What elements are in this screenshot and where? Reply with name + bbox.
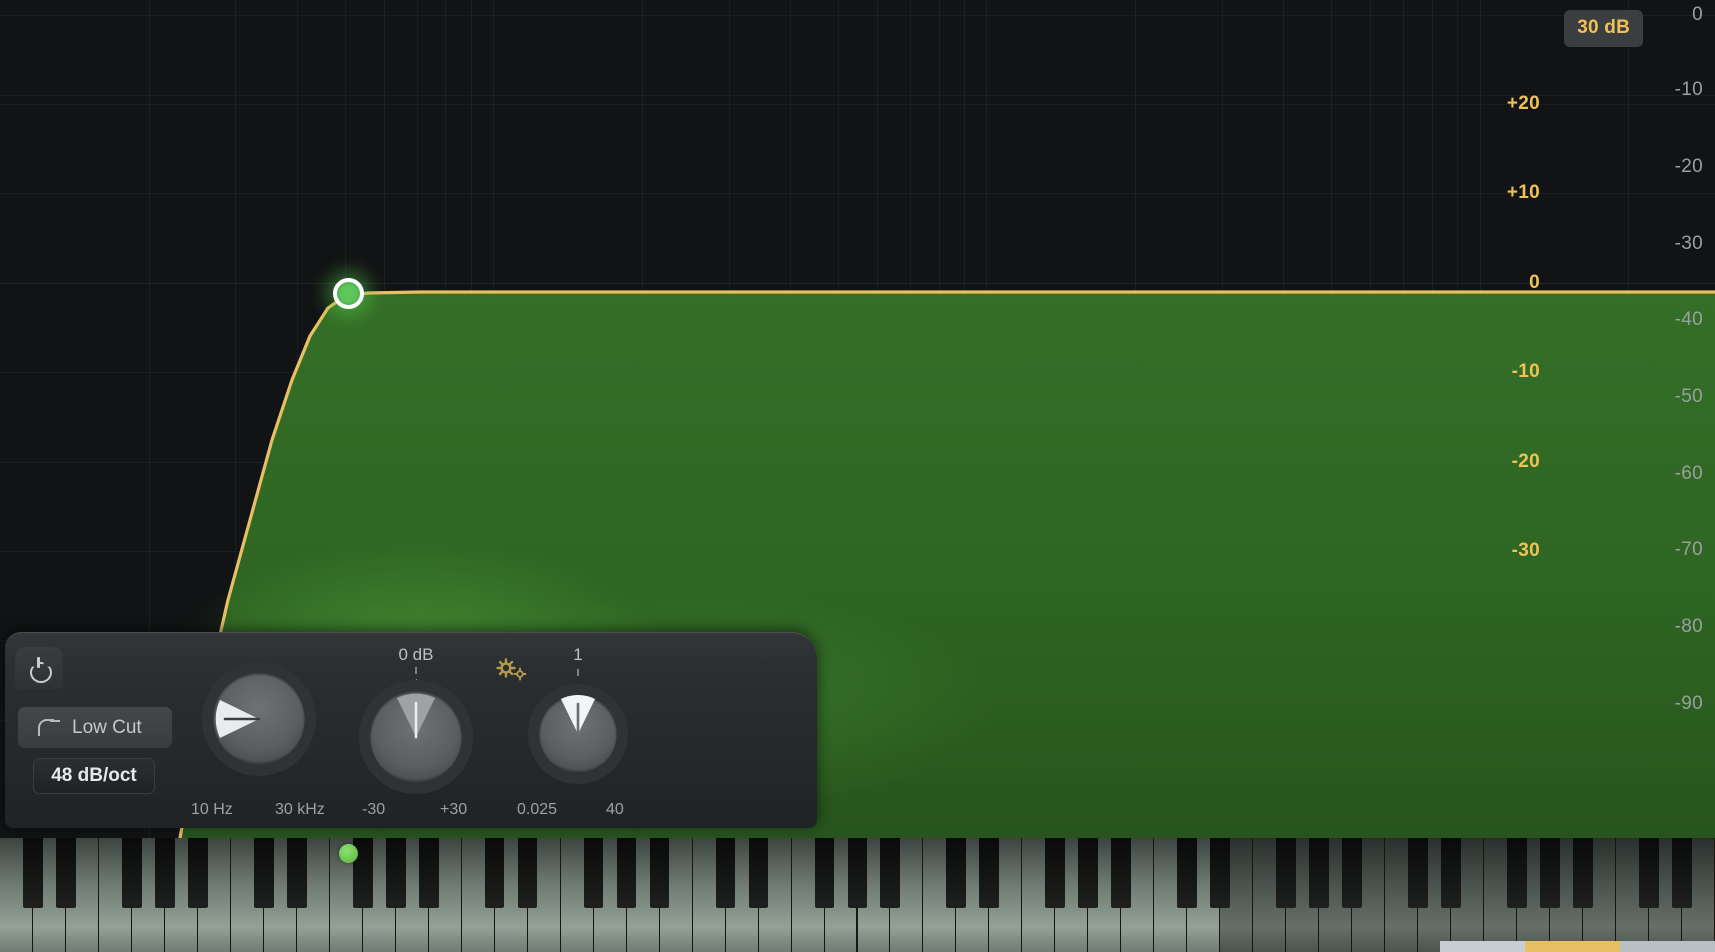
piano-black-key[interactable] — [1540, 838, 1560, 908]
piano-black-key[interactable] — [1078, 838, 1099, 908]
keyboard-range-highlight — [1440, 941, 1525, 952]
freq-knob-indicator — [215, 700, 261, 738]
band-control-panel: Low Cut 48 dB/oct 10 Hz 30 kHz FREQ 0 dB… — [5, 632, 817, 862]
piano-black-key[interactable] — [286, 838, 307, 908]
piano-black-key[interactable] — [385, 838, 406, 908]
level-scale-label: -10 — [1674, 79, 1703, 100]
level-scale-label: -90 — [1674, 693, 1703, 714]
gain-knob[interactable] — [359, 680, 473, 794]
piano-black-key[interactable] — [1276, 838, 1297, 908]
piano-black-key[interactable] — [1441, 838, 1461, 908]
gain-value-readout: 0 dB — [398, 645, 434, 664]
piano-black-key[interactable] — [847, 838, 868, 908]
piano-black-key[interactable] — [1309, 838, 1329, 908]
gain-scale-label: +20 — [1506, 93, 1540, 114]
level-scale-label: -60 — [1674, 463, 1703, 484]
piano-black-key[interactable] — [616, 838, 637, 908]
piano-black-key[interactable] — [946, 838, 967, 908]
piano-black-key[interactable] — [1507, 838, 1527, 908]
piano-black-key[interactable] — [121, 838, 142, 908]
q-knob-group: 1 0.025 40 Q — [517, 645, 636, 862]
piano-black-key[interactable] — [1045, 838, 1066, 908]
piano-black-key[interactable] — [1408, 838, 1428, 908]
piano-black-key[interactable] — [484, 838, 505, 908]
gain-min-label: -30 — [362, 801, 386, 818]
q-max-label: 40 — [606, 801, 624, 818]
filter-shape-label: Low Cut — [72, 716, 142, 738]
level-scale-label: -80 — [1674, 616, 1703, 637]
keyboard-range-highlight — [1525, 941, 1620, 952]
piano-black-key[interactable] — [517, 838, 538, 908]
piano-black-key[interactable] — [1342, 838, 1362, 908]
gain-scale-label: +10 — [1506, 182, 1540, 203]
q-min-label: 0.025 — [517, 801, 558, 818]
level-scale-label: -70 — [1674, 539, 1703, 560]
piano-black-key[interactable] — [1573, 838, 1593, 908]
level-scale-label: -40 — [1674, 309, 1703, 330]
piano-black-key[interactable] — [715, 838, 736, 908]
low-cut-icon — [38, 718, 60, 736]
piano-black-key[interactable] — [748, 838, 769, 908]
gain-knob-group: 0 dB ◂|▸ -30 +30 GAIN — [358, 645, 474, 862]
analyzer-range-pill[interactable]: 30 dB — [1564, 10, 1643, 47]
piano-black-key[interactable] — [154, 838, 175, 908]
band-frequency-marker — [339, 844, 358, 863]
piano-black-key[interactable] — [1111, 838, 1132, 908]
piano-black-key[interactable] — [649, 838, 670, 908]
q-knob[interactable] — [528, 684, 628, 784]
piano-black-key[interactable] — [979, 838, 1000, 908]
filter-slope-button[interactable]: 48 dB/oct — [33, 758, 155, 794]
gear-icon-svg — [496, 658, 527, 681]
eq-plugin-window: 30 dB +20 +10 0 -10 -20 -30 0 -10 -20 -30 -40 -50 -6… — [0, 0, 1715, 952]
gain-scale-label: -30 — [1511, 540, 1540, 561]
power-button[interactable] — [15, 647, 63, 689]
freq-max-label: 30 kHz — [275, 801, 325, 818]
gain-scale-label: 0 — [1529, 272, 1540, 293]
filter-shape-button[interactable]: Low Cut — [18, 707, 172, 748]
gain-scale-label: -20 — [1511, 451, 1540, 472]
freq-knob[interactable] — [202, 662, 316, 776]
freq-min-label: 10 Hz — [191, 801, 233, 818]
piano-black-key[interactable] — [1672, 838, 1692, 908]
gain-max-label: +30 — [440, 801, 468, 818]
level-scale-label: -20 — [1674, 156, 1703, 177]
piano-black-key[interactable] — [1639, 838, 1659, 908]
piano-black-key[interactable] — [418, 838, 439, 908]
piano-black-key[interactable] — [880, 838, 901, 908]
piano-black-key[interactable] — [1210, 838, 1231, 908]
power-icon — [28, 657, 50, 679]
q-value-readout: 1 — [573, 645, 583, 664]
piano-black-key[interactable] — [583, 838, 604, 908]
piano-black-key[interactable] — [814, 838, 835, 908]
gain-center-tick — [415, 667, 417, 674]
band-handle-1[interactable] — [333, 278, 364, 309]
piano-black-key[interactable] — [187, 838, 208, 908]
level-scale-label: -50 — [1674, 386, 1703, 407]
gain-knob-indicator — [397, 693, 435, 739]
q-knob-indicator — [561, 695, 595, 736]
piano-black-key[interactable] — [22, 838, 43, 908]
level-scale-label: 0 — [1692, 4, 1703, 25]
q-center-tick — [577, 669, 579, 676]
freq-knob-group: 10 Hz 30 kHz FREQ — [191, 662, 325, 862]
piano-black-key[interactable] — [55, 838, 76, 908]
piano-black-key[interactable] — [253, 838, 274, 908]
keyboard-range-highlight — [1620, 941, 1715, 952]
level-scale-label: -30 — [1674, 233, 1703, 254]
piano-black-key[interactable] — [1177, 838, 1198, 908]
gear-icon[interactable] — [494, 657, 528, 688]
gain-scale-label: -10 — [1511, 361, 1540, 382]
piano-keyboard[interactable] — [0, 838, 1715, 952]
